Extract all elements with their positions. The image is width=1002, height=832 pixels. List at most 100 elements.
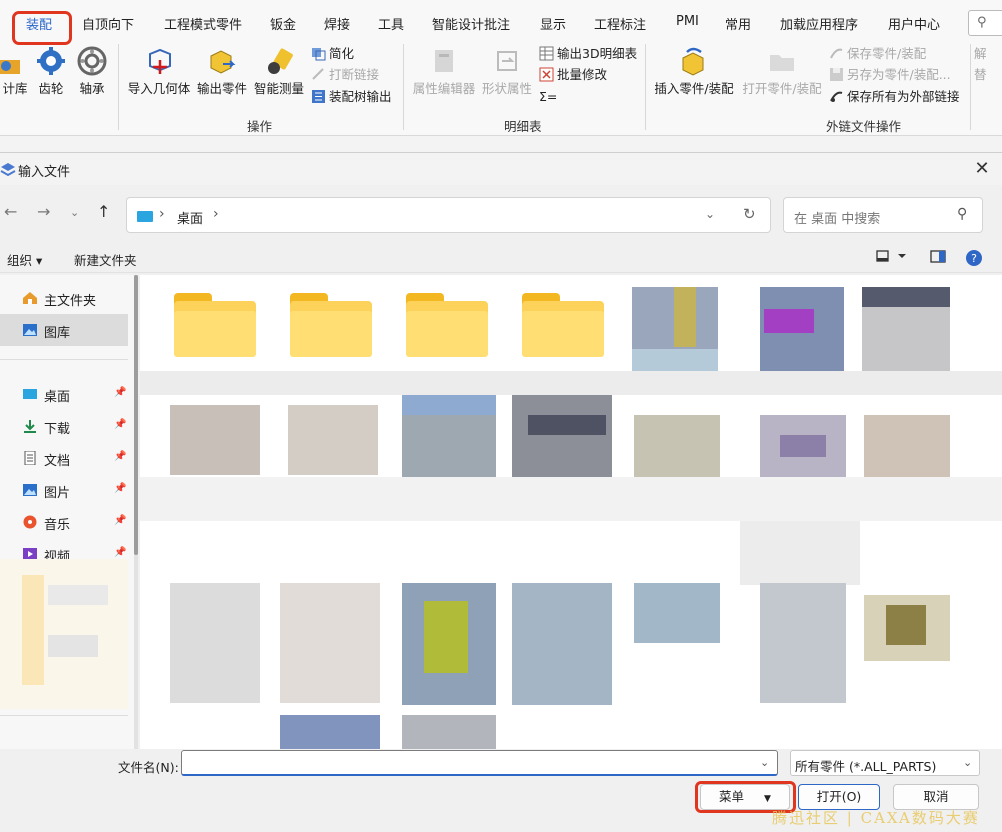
blurred-thumbnail[interactable] (864, 415, 950, 477)
save-as-part-button[interactable]: 另存为零件/装配... (829, 66, 951, 84)
export-3d-bom-button[interactable]: 输出3D明细表 (539, 45, 637, 63)
blurred-thumbnail[interactable] (280, 583, 380, 703)
help-icon[interactable]: ? (965, 249, 983, 267)
nav-scrollbar[interactable] (134, 275, 138, 749)
tab-addins[interactable]: 加载应用程序 (780, 14, 858, 33)
view-mode-icon[interactable] (876, 249, 906, 265)
sum-button[interactable]: Σ= (539, 88, 557, 106)
assembly-tree-export-label: 装配树输出 (329, 89, 392, 104)
nav-item-pictures[interactable]: 图片 📌 (0, 474, 128, 506)
ribbon-search-box[interactable]: ⚲ (968, 10, 1002, 36)
folder-item[interactable] (172, 293, 258, 363)
nav-item-documents[interactable]: 文档 📌 (0, 442, 128, 474)
save-part-button[interactable]: 保存零件/装配 (829, 45, 926, 63)
refresh-icon[interactable]: ↻ (743, 205, 756, 223)
blurred-region (402, 395, 496, 415)
property-editor-button[interactable]: 属性编辑器 (411, 46, 477, 97)
group-separator (403, 44, 404, 130)
file-type-select[interactable]: 所有零件 (*.ALL_PARTS) ⌄ (790, 750, 980, 776)
forward-arrow-icon[interactable]: → (37, 202, 50, 221)
nav-item-gallery[interactable]: 图库 (0, 314, 128, 346)
insert-part-button[interactable]: 插入零件/装配 (652, 46, 736, 97)
blurred-region (764, 309, 814, 333)
tab-top-down[interactable]: 自顶向下 (82, 14, 134, 33)
break-link-button[interactable]: 打断链接 (311, 66, 379, 84)
pin-icon[interactable]: 📌 (114, 419, 126, 430)
pin-icon[interactable]: 📌 (114, 515, 126, 526)
pin-icon[interactable]: 📌 (114, 387, 126, 398)
back-arrow-icon[interactable]: ← (4, 202, 17, 221)
batch-modify-button[interactable]: 批量修改 (539, 66, 607, 84)
pin-icon[interactable]: 📌 (114, 547, 126, 558)
blurred-thumbnail[interactable] (512, 583, 612, 705)
blurred-thumbnail[interactable] (634, 415, 720, 477)
resolve-button[interactable]: 解 (974, 45, 987, 63)
open-part-button[interactable]: 打开零件/装配 (740, 46, 824, 97)
simplify-button[interactable]: 简化 (311, 45, 354, 63)
tab-engineering-part[interactable]: 工程模式零件 (164, 14, 242, 33)
tab-engineering-annotation[interactable]: 工程标注 (594, 14, 646, 33)
tab-welding[interactable]: 焊接 (324, 14, 350, 33)
group-separator (970, 44, 971, 130)
blurred-region (140, 477, 1002, 521)
tab-common[interactable]: 常用 (725, 14, 751, 33)
blurred-thumbnail[interactable] (634, 583, 720, 643)
smart-measure-label: 智能测量 (253, 81, 304, 96)
folder-item[interactable] (288, 293, 374, 363)
organize-menu[interactable]: 组织 ▾ (7, 250, 42, 269)
tab-user-center[interactable]: 用户中心 (888, 14, 940, 33)
breadcrumb-desktop[interactable]: 桌面 (177, 208, 203, 227)
pin-icon[interactable]: 📌 (114, 483, 126, 494)
blurred-thumbnail[interactable] (512, 395, 612, 477)
recent-chevron-icon[interactable]: ⌄ (70, 206, 79, 219)
preview-pane-icon[interactable] (930, 249, 946, 265)
tab-pmi[interactable]: PMI (676, 14, 699, 29)
gear-button[interactable]: 齿轮 (36, 46, 66, 97)
design-library-button[interactable]: 计库 (0, 46, 30, 97)
scroll-thumb[interactable] (134, 275, 138, 555)
replace-button[interactable]: 替 (974, 66, 987, 84)
nav-label: 主文件夹 (44, 294, 97, 309)
nav-item-desktop[interactable]: 桌面 📌 (0, 378, 128, 410)
nav-item-downloads[interactable]: 下载 📌 (0, 410, 128, 442)
filename-input[interactable]: ⌄ (181, 750, 778, 776)
address-bar[interactable]: › 桌面 › ⌄ ↻ (126, 197, 771, 233)
blurred-region (424, 601, 468, 673)
save-all-external-button[interactable]: 保存所有为外部链接 (829, 88, 960, 106)
tab-display[interactable]: 显示 (540, 14, 566, 33)
new-folder-button[interactable]: 新建文件夹 (74, 250, 137, 269)
export-part-button[interactable]: 输出零件 (195, 46, 249, 97)
bearing-icon (77, 46, 107, 76)
import-geometry-button[interactable]: 导入几何体 (126, 46, 192, 97)
blurred-thumbnail[interactable] (170, 405, 260, 475)
folder-item[interactable] (404, 293, 490, 363)
close-button[interactable]: ✕ (968, 157, 996, 181)
tab-sheet-metal[interactable]: 钣金 (270, 14, 296, 33)
open-file-dialog: 输入文件 ✕ ← → ⌄ ↑ › 桌面 › ⌄ ↻ 在 桌面 中搜索 ⚲ 组织 … (0, 152, 1002, 832)
blurred-region (140, 371, 1002, 395)
tab-smart-annotation[interactable]: 智能设计批注 (432, 14, 510, 33)
nav-label: 下载 (44, 422, 71, 437)
command-bar: 组织 ▾ 新建文件夹 ? (0, 243, 1002, 273)
property-editor-icon (435, 50, 453, 72)
blurred-thumbnail[interactable] (170, 583, 260, 703)
gallery-icon (23, 324, 37, 336)
breadcrumb-chevron-icon[interactable]: › (159, 206, 165, 222)
blurred-thumbnail[interactable] (760, 583, 846, 703)
address-dropdown-icon[interactable]: ⌄ (705, 207, 715, 221)
blurred-thumbnail[interactable] (288, 405, 378, 475)
search-input[interactable]: 在 桌面 中搜索 ⚲ (783, 197, 983, 233)
folder-item[interactable] (520, 293, 606, 363)
shape-property-button[interactable]: 形状属性 (480, 46, 534, 97)
breadcrumb-chevron-icon[interactable]: › (213, 206, 219, 222)
assembly-tree-export-button[interactable]: 装配树输出 (311, 88, 392, 106)
pin-icon[interactable]: 📌 (114, 451, 126, 462)
filename-dropdown-icon[interactable]: ⌄ (760, 756, 769, 769)
up-arrow-icon[interactable]: ↑ (97, 202, 110, 221)
blurred-region (862, 287, 950, 307)
smart-measure-button[interactable]: 智能测量 (252, 46, 306, 97)
nav-item-home[interactable]: 主文件夹 (0, 282, 128, 314)
nav-item-music[interactable]: 音乐 📌 (0, 506, 128, 538)
tab-tools[interactable]: 工具 (378, 14, 404, 33)
bearing-button[interactable]: 轴承 (76, 46, 108, 97)
